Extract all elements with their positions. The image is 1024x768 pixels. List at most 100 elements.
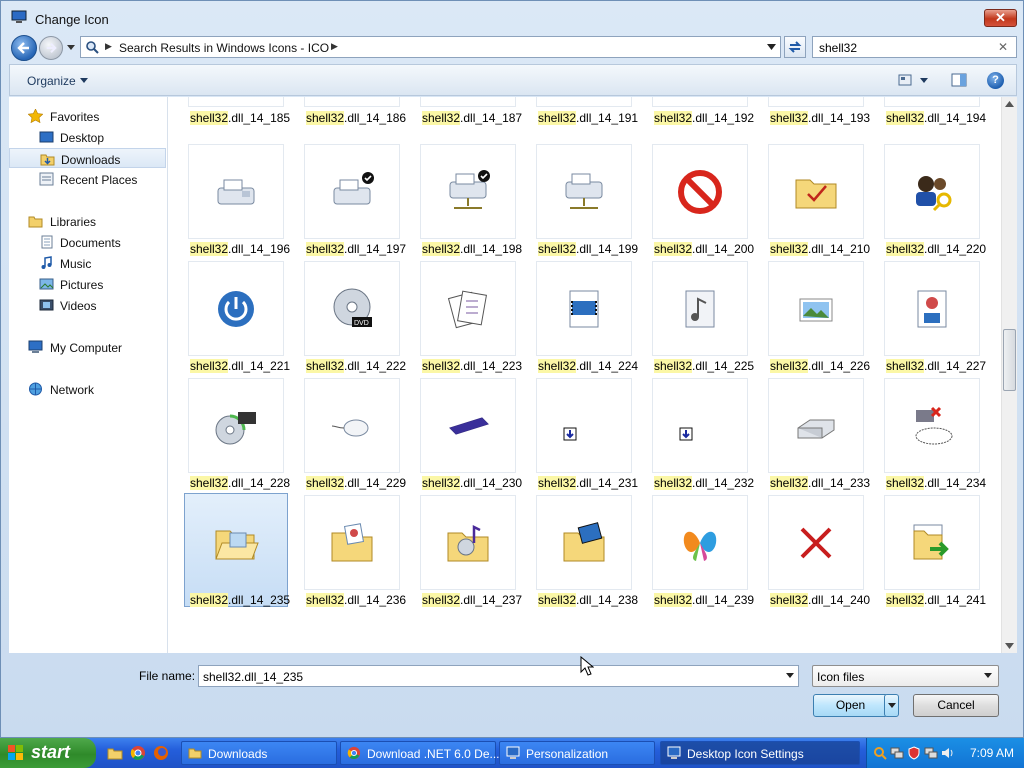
chevron-down-icon[interactable] bbox=[80, 78, 88, 84]
chevron-down-icon[interactable] bbox=[767, 43, 776, 51]
sidebar-item-pictures[interactable]: Pictures bbox=[9, 274, 166, 294]
fax-network-icon bbox=[565, 173, 603, 209]
open-options-button[interactable] bbox=[884, 694, 899, 717]
icon-grid-item[interactable]: shell32.dll_14_238 bbox=[536, 495, 638, 607]
icon-grid-item[interactable]: shell32.dll_14_229 bbox=[304, 378, 406, 490]
icon-name: shell32.dll_14_200 bbox=[654, 242, 755, 256]
icon-grid-item[interactable]: shell32.dll_14_196 bbox=[188, 144, 290, 256]
clock[interactable]: 7:09 AM bbox=[970, 746, 1014, 760]
icon-name: shell32.dll_14_221 bbox=[190, 359, 291, 373]
file-type-value[interactable]: Icon files bbox=[817, 670, 864, 684]
icon-grid-item[interactable]: shell32.dll_14_227 bbox=[884, 261, 986, 373]
sidebar-item-music[interactable]: Music bbox=[9, 253, 166, 273]
close-button[interactable]: ✕ bbox=[984, 9, 1017, 27]
icon-grid-item[interactable]: shell32.dll_14_234 bbox=[884, 378, 986, 490]
sidebar-item-videos[interactable]: Videos bbox=[9, 295, 166, 315]
task-personalization[interactable]: Personalization bbox=[499, 741, 655, 765]
shield-icon[interactable] bbox=[907, 746, 921, 760]
icon-grid-item[interactable]: shell32.dll_14_197 bbox=[304, 144, 406, 256]
file-type-select[interactable]: Icon files bbox=[812, 665, 999, 687]
sidebar-item-my-computer[interactable]: My Computer bbox=[9, 337, 166, 357]
organize-button[interactable]: Organize bbox=[27, 74, 76, 88]
address-path[interactable]: Search Results in Windows Icons - ICO bbox=[119, 41, 329, 55]
icon-grid-item[interactable]: shell32.dll_14_200 bbox=[652, 144, 754, 256]
icon-grid-item[interactable]: shell32.dll_14_231 bbox=[536, 378, 638, 490]
icon-name: shell32.dll_14_187 bbox=[422, 111, 523, 125]
icon-grid-item[interactable]: shell32.dll_14_236 bbox=[304, 495, 406, 607]
scroll-down-icon[interactable] bbox=[1005, 643, 1014, 649]
task-chrome[interactable]: Download .NET 6.0 De... bbox=[340, 741, 500, 765]
icon-grid-item[interactable]: shell32.dll_14_237 bbox=[420, 495, 522, 607]
chevron-down-icon bbox=[887, 703, 896, 708]
icon-grid-item[interactable]: shell32.dll_14_235 bbox=[184, 493, 290, 607]
scroll-thumb[interactable] bbox=[1003, 329, 1016, 391]
firefox-quicklaunch-icon[interactable] bbox=[153, 745, 169, 761]
icon-grid-item[interactable]: shell32.dll_14_230 bbox=[420, 378, 522, 490]
icon-grid-item[interactable]: shell32.dll_14_226 bbox=[768, 261, 870, 373]
sidebar-item-downloads[interactable]: Downloads bbox=[9, 148, 166, 168]
search-input[interactable]: shell32 ✕ bbox=[812, 36, 1017, 58]
icon-grid-item[interactable]: shell32.dll_14_199 bbox=[536, 144, 638, 256]
task-downloads[interactable]: Downloads bbox=[181, 741, 337, 765]
filename-field[interactable]: shell32.dll_14_235 bbox=[198, 665, 799, 687]
icon-grid-item[interactable]: shell32.dll_14_241 bbox=[884, 495, 986, 607]
icon-grid-item[interactable]: shell32.dll_14_198 bbox=[420, 144, 522, 256]
views-icon[interactable] bbox=[898, 73, 912, 87]
cancel-button[interactable]: Cancel bbox=[913, 694, 999, 717]
start-button[interactable]: start bbox=[0, 738, 96, 768]
explorer-quicklaunch-icon[interactable] bbox=[107, 745, 123, 761]
sidebar-item-documents[interactable]: Documents bbox=[9, 232, 166, 252]
title-bar[interactable]: Change Icon ✕ bbox=[1, 1, 1023, 35]
sidebar-item-libraries[interactable]: Libraries bbox=[9, 211, 166, 231]
scroll-up-icon[interactable] bbox=[1005, 101, 1014, 107]
icon-grid-item[interactable]: DVD shell32.dll_14_222 bbox=[304, 261, 406, 373]
refresh-button[interactable] bbox=[784, 36, 806, 58]
recent-pages-dropdown[interactable] bbox=[66, 42, 76, 52]
chevron-right-icon[interactable]: ▶ bbox=[331, 41, 338, 52]
icon-grid-item[interactable]: shell32.dll_14_239 bbox=[652, 495, 754, 607]
open-button[interactable]: Open bbox=[813, 694, 888, 717]
sidebar-item-favorites[interactable]: Favorites bbox=[9, 106, 166, 126]
chrome-quicklaunch-icon[interactable] bbox=[130, 745, 146, 761]
preview-pane-icon[interactable] bbox=[951, 73, 967, 87]
sidebar-item-network[interactable]: Network bbox=[9, 379, 166, 399]
icon-grid-item[interactable]: shell32.dll_14_233 bbox=[768, 378, 870, 490]
icon-name: shell32.dll_14_223 bbox=[422, 359, 523, 373]
icon-grid-item[interactable]: shell32.dll_14_240 bbox=[768, 495, 870, 607]
back-button[interactable] bbox=[11, 35, 37, 61]
task-desktop-icon-settings[interactable]: Desktop Icon Settings bbox=[660, 741, 860, 765]
chevron-down-icon[interactable] bbox=[984, 673, 992, 679]
folder-icon bbox=[188, 748, 202, 759]
icon-thumbnail bbox=[420, 97, 516, 107]
network-tray-icon[interactable] bbox=[890, 746, 904, 760]
help-icon[interactable]: ? bbox=[987, 72, 1004, 89]
chevron-down-icon[interactable] bbox=[920, 78, 928, 84]
vertical-scrollbar[interactable] bbox=[1001, 97, 1017, 653]
icon-grid-item[interactable]: shell32.dll_14_221 bbox=[188, 261, 290, 373]
icon-grid-item[interactable]: shell32.dll_14_210 bbox=[768, 144, 870, 256]
icon-grid-item[interactable]: shell32.dll_14_223 bbox=[420, 261, 522, 373]
icon-name: shell32.dll_14_235 bbox=[190, 593, 291, 607]
icon-grid-item[interactable]: shell32.dll_14_232 bbox=[652, 378, 754, 490]
icon-grid-item[interactable]: shell32.dll_14_220 bbox=[884, 144, 986, 256]
documents-icon bbox=[447, 290, 488, 329]
volume-icon[interactable] bbox=[941, 746, 955, 760]
forward-button[interactable] bbox=[39, 36, 63, 60]
sidebar-item-recent-places[interactable]: Recent Places bbox=[9, 169, 166, 189]
network-tray-icon[interactable] bbox=[924, 746, 938, 760]
fax-icon bbox=[217, 179, 255, 205]
filename-value[interactable]: shell32.dll_14_235 bbox=[203, 670, 303, 684]
clear-search-icon[interactable]: ✕ bbox=[998, 40, 1008, 54]
icon-grid-item[interactable]: shell32.dll_14_225 bbox=[652, 261, 754, 373]
search-icon[interactable] bbox=[873, 746, 887, 760]
icon-grid-item[interactable]: shell32.dll_14_224 bbox=[536, 261, 638, 373]
address-bar[interactable]: ▶ Search Results in Windows Icons - ICO … bbox=[80, 36, 781, 58]
mouse-cursor-icon bbox=[580, 656, 594, 676]
sidebar-item-desktop[interactable]: Desktop bbox=[9, 127, 166, 147]
cd-keyboard-icon bbox=[215, 412, 256, 445]
search-value[interactable]: shell32 bbox=[819, 41, 857, 55]
folder-picture-icon bbox=[331, 523, 373, 562]
icon-name: shell32.dll_14_228 bbox=[190, 476, 291, 490]
icon-grid-item[interactable]: shell32.dll_14_228 bbox=[188, 378, 290, 490]
chevron-down-icon[interactable] bbox=[786, 673, 794, 679]
